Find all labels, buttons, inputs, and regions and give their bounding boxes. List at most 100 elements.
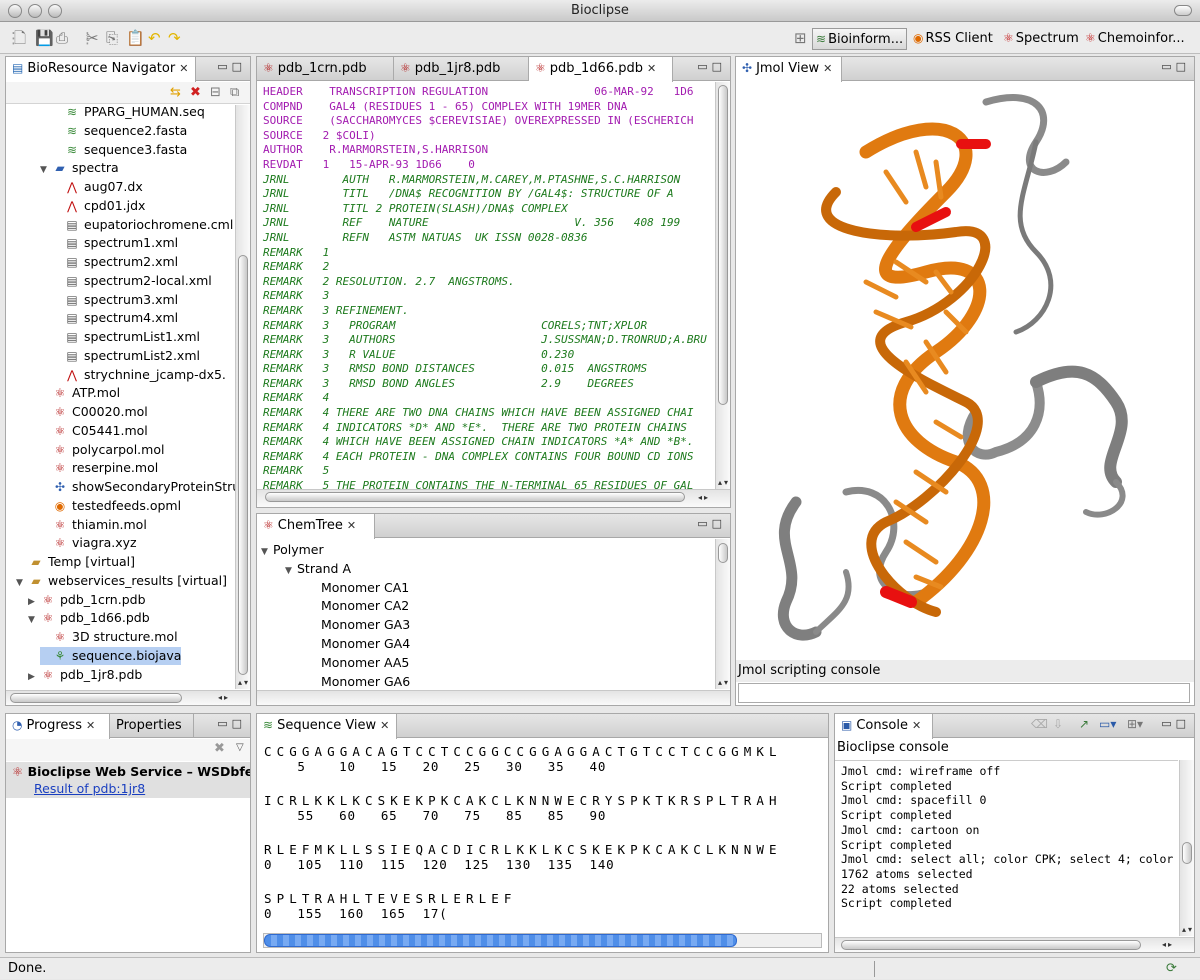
view-minmax-controls[interactable]: ▭□ [217, 60, 246, 73]
scroll-thumb[interactable] [10, 693, 182, 703]
tree-item[interactable]: ▼ ▰ webservices_results [virtual] [16, 572, 227, 590]
minimize-window-button[interactable] [28, 4, 42, 18]
editor-horizontal-scrollbar[interactable]: ◂▸ [257, 489, 730, 507]
tree-item[interactable]: ≋ PPARG_HUMAN.seq [52, 105, 205, 121]
tab-console[interactable]: ▣ Console ✕ [835, 714, 933, 739]
chemtree-horizontal-scrollbar[interactable] [257, 690, 730, 705]
console-vertical-scrollbar[interactable]: ▴▾ [1179, 760, 1194, 936]
view-minmax-controls[interactable]: ▭□ [697, 517, 726, 530]
close-icon[interactable]: ✕ [647, 62, 656, 75]
tree-item[interactable]: ▤ spectrum3.xml [52, 291, 178, 309]
view-minmax-controls[interactable]: ▭□ [1161, 60, 1190, 73]
jmol-3d-viewer[interactable] [736, 82, 1194, 660]
delete-icon[interactable]: ✖ [190, 85, 201, 100]
tree-item[interactable]: ⚛ ATP.mol [40, 384, 120, 402]
save-icon[interactable]: 💾 [35, 30, 54, 46]
close-icon[interactable]: ✕ [179, 62, 188, 75]
sync-icon[interactable]: ⇆ [170, 85, 181, 100]
tab-pdb-file[interactable]: ⚛ pdb_1jr8.pdb [394, 57, 529, 81]
perspective-button[interactable]: ⚛ Spectrum [1000, 28, 1082, 50]
cut-icon[interactable]: ✂ [86, 30, 99, 46]
tree-item[interactable]: Monomer GA4 [309, 635, 410, 653]
display-console-icon[interactable]: ▭▾ [1099, 717, 1116, 731]
clear-console-icon[interactable]: ⌫ [1031, 717, 1048, 731]
tree-item[interactable]: ▤ spectrumList2.xml [52, 347, 200, 365]
view-minmax-controls[interactable]: ▭□ [1161, 717, 1190, 730]
pin-console-icon[interactable]: ↗ [1079, 717, 1089, 731]
link-editor-icon[interactable]: ⧉ [230, 85, 239, 100]
tree-item[interactable]: Monomer GA3 [309, 616, 410, 634]
tree-item[interactable]: ≋ sequence2.fasta [52, 122, 187, 140]
scroll-arrows[interactable]: ◂▸ [698, 493, 710, 502]
tree-item[interactable]: ⚛ viagra.xyz [40, 534, 137, 552]
scroll-thumb[interactable] [1182, 842, 1192, 864]
tree-item[interactable]: ▤ eupatoriochromene.cml [52, 216, 233, 234]
tree-item[interactable]: ▼ Polymer [261, 541, 324, 559]
tree-item[interactable]: Monomer CA2 [309, 597, 409, 615]
tree-item[interactable]: ⋀ cpd01.jdx [52, 197, 145, 215]
scroll-arrows[interactable]: ▴▾ [238, 678, 250, 687]
scroll-thumb[interactable] [718, 543, 728, 563]
expand-toggle-icon[interactable]: ▼ [285, 562, 297, 580]
result-link[interactable]: Result of pdb:1jr8 [34, 781, 145, 796]
tree-item[interactable]: ▼ ▰ spectra [40, 159, 119, 177]
tree-item[interactable]: ⋀ aug07.dx [52, 178, 143, 196]
view-menu-icon[interactable]: ▽ [236, 742, 244, 753]
tab-pdb-file[interactable]: ⚛ pdb_1crn.pdb [257, 57, 394, 81]
scroll-thumb[interactable] [718, 85, 728, 405]
perspective-button[interactable]: ⚛ Chemoinfor... [1082, 28, 1188, 50]
copy-icon[interactable]: ⎘ [106, 30, 118, 46]
editor-vertical-scrollbar[interactable]: ▴▾ [715, 82, 730, 489]
toolbar-toggle-button[interactable] [1174, 5, 1192, 16]
tree-item[interactable]: ▤ spectrum1.xml [52, 234, 178, 252]
perspective-button[interactable]: ◉ RSS Client [910, 28, 996, 50]
scroll-arrows[interactable]: ▴▾ [718, 478, 730, 487]
pdb-text-area[interactable]: HEADER TRANSCRIPTION REGULATION 06-MAR-9… [257, 82, 714, 489]
tab-progress[interactable]: ◔ Progress ✕ [6, 714, 110, 739]
navigator-horizontal-scrollbar[interactable]: ◂▸ [6, 690, 250, 705]
navigator-vertical-scrollbar[interactable]: ▴▾ [235, 105, 250, 689]
tree-item[interactable]: ▼ ⚛ pdb_1d66.pdb [28, 609, 150, 627]
jmol-console-input[interactable] [738, 683, 1190, 703]
expand-toggle-icon[interactable]: ▶ [28, 593, 40, 611]
tab-sequence-view[interactable]: ≋ Sequence View ✕ [257, 714, 397, 739]
close-icon[interactable]: ✕ [86, 719, 95, 732]
scroll-arrows[interactable]: ▴▾ [718, 678, 730, 687]
scroll-thumb[interactable] [841, 940, 1141, 950]
tree-item[interactable]: ▼ Strand A [285, 560, 351, 578]
new-file-icon[interactable]: 🗋 [14, 30, 26, 46]
tree-item[interactable]: ◉ testedfeeds.opml [40, 497, 181, 515]
expand-toggle-icon[interactable]: ▼ [261, 543, 273, 561]
scroll-arrows[interactable]: ◂▸ [1162, 940, 1174, 949]
chemtree-vertical-scrollbar[interactable]: ▴▾ [715, 539, 730, 689]
tree-item[interactable]: ▤ spectrum2-local.xml [52, 272, 211, 290]
paste-icon[interactable]: 📋 [126, 30, 145, 46]
close-window-button[interactable] [8, 4, 22, 18]
redo-icon[interactable]: ↷ [168, 30, 181, 46]
expand-toggle-icon[interactable]: ▼ [28, 611, 40, 629]
close-icon[interactable]: ✕ [823, 62, 832, 75]
scroll-lock-icon[interactable]: ⇩ [1053, 717, 1063, 731]
tree-item[interactable]: ⚛ C00020.mol [40, 403, 148, 421]
scroll-arrows[interactable]: ◂▸ [218, 693, 230, 702]
tree-item[interactable]: Monomer AA5 [309, 654, 409, 672]
tree-item[interactable]: ⚛ polycarpol.mol [40, 441, 165, 459]
tree-item[interactable]: ✣ showSecondaryProteinStruct [40, 478, 235, 496]
undo-icon[interactable]: ↶ [148, 30, 161, 46]
close-icon[interactable]: ✕ [912, 719, 921, 732]
tree-item[interactable]: ⚛ C05441.mol [40, 422, 148, 440]
tree-item[interactable]: ⚛ thiamin.mol [40, 516, 147, 534]
view-minmax-controls[interactable]: ▭□ [697, 60, 726, 73]
scroll-arrows[interactable]: ▴▾ [1182, 925, 1194, 934]
close-icon[interactable]: ✕ [380, 719, 389, 732]
tab-jmol-view[interactable]: ✣ Jmol View ✕ [736, 57, 842, 82]
print-icon[interactable]: ⎙ [56, 30, 68, 46]
tree-item[interactable]: ⚛ reserpine.mol [40, 459, 159, 477]
background-activity-icon[interactable]: ⟳ [1166, 958, 1177, 980]
view-minmax-controls[interactable]: ▭□ [217, 717, 246, 730]
scroll-thumb[interactable] [238, 255, 248, 675]
expand-toggle-icon[interactable]: ▶ [28, 668, 40, 686]
tab-navigator[interactable]: ▤ BioResource Navigator ✕ [6, 57, 196, 82]
tree-item[interactable]: ▤ spectrumList1.xml [52, 328, 200, 346]
tree-item[interactable]: ▰ Temp [virtual] [16, 553, 135, 571]
